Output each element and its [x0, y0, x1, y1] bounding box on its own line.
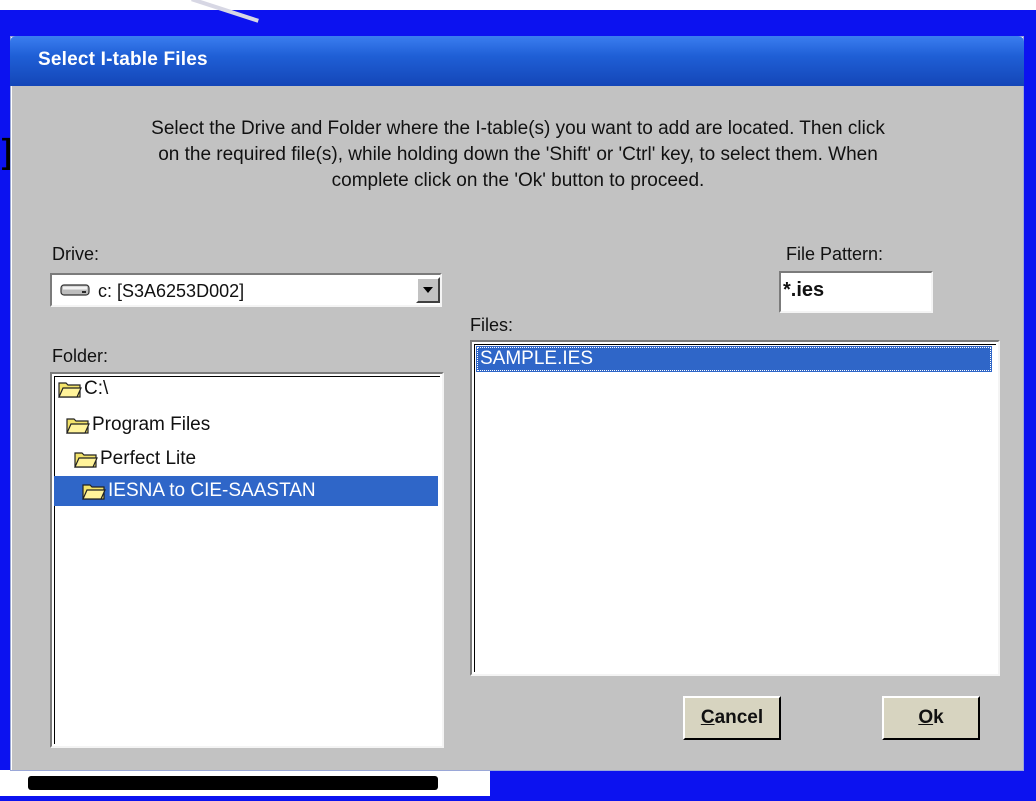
folder-item-iesna-selected[interactable]: IESNA to CIE-SAASTAN [54, 476, 438, 506]
folder-item-c[interactable]: C:\ [58, 374, 108, 404]
ok-button[interactable]: Ok [882, 696, 980, 740]
file-pattern-input[interactable]: *.ies [779, 271, 933, 313]
instruction-line-2: on the required file(s), while holding d… [158, 144, 878, 165]
open-folder-icon [82, 484, 106, 500]
folder-item-label: C:\ [84, 378, 109, 399]
drive-select[interactable]: c: [S3A6253D002] [50, 273, 442, 307]
ok-button-accelerator: O [918, 707, 934, 728]
folder-label: Folder: [52, 346, 109, 366]
file-item-sample[interactable]: SAMPLE.IES [476, 346, 992, 372]
ok-button-label: k [933, 707, 944, 728]
folder-item-label: Program Files [92, 414, 211, 435]
instruction-line-1: Select the Drive and Folder where the I-… [151, 118, 885, 139]
folder-item-label: Perfect Lite [100, 448, 197, 469]
dialog-title: Select I-table Files [38, 49, 208, 70]
folder-item-perfect-lite[interactable]: Perfect Lite [74, 444, 196, 474]
files-label: Files: [470, 315, 514, 335]
drive-dropdown-button[interactable] [416, 277, 440, 303]
folder-item-program-files[interactable]: Program Files [66, 410, 210, 440]
cancel-button-label: ancel [714, 707, 764, 728]
folder-item-label: IESNA to CIE-SAASTAN [108, 480, 316, 501]
open-folder-icon [74, 452, 98, 468]
file-pattern-label: File Pattern: [786, 244, 884, 264]
files-list-frame [474, 344, 996, 672]
desktop-bar-shape [28, 776, 438, 790]
instruction-line-3: complete click on the 'Ok' button to pro… [331, 170, 705, 191]
drive-select-value: c: [S3A6253D002] [98, 281, 245, 301]
open-folder-icon [58, 382, 82, 398]
cancel-button[interactable]: Cancel [683, 696, 781, 740]
files-list[interactable] [470, 340, 1000, 676]
chevron-down-icon [423, 287, 433, 293]
cancel-button-accelerator: C [700, 707, 715, 728]
hard-drive-icon [60, 284, 90, 296]
instruction-text: Select the Drive and Folder where the I-… [52, 116, 984, 194]
drive-label: Drive: [52, 244, 100, 264]
open-folder-icon [66, 418, 90, 434]
